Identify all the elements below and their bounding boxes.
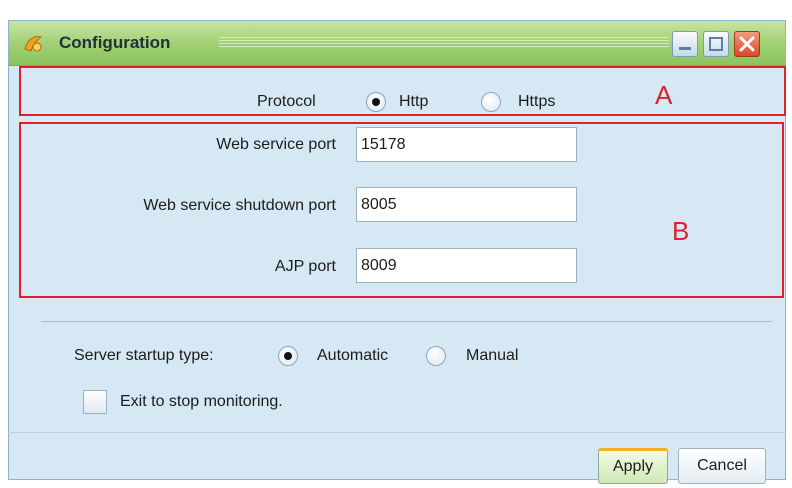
- window-title: Configuration: [59, 33, 171, 52]
- startup-type-label: Server startup type:: [74, 347, 214, 364]
- ajp-port-label: AJP port: [274, 258, 336, 275]
- radio-manual[interactable]: [426, 346, 446, 366]
- radio-https[interactable]: [481, 92, 501, 112]
- web-service-port-label: Web service port: [216, 136, 336, 153]
- close-icon: [739, 36, 755, 52]
- ajp-port-input[interactable]: [356, 248, 577, 283]
- web-service-port-input[interactable]: [356, 127, 577, 162]
- app-icon: [21, 31, 45, 55]
- maximize-button[interactable]: [703, 31, 729, 57]
- close-button[interactable]: [734, 31, 760, 57]
- radio-http[interactable]: [366, 92, 386, 112]
- radio-automatic[interactable]: [278, 346, 298, 366]
- annotation-label-b: B: [672, 216, 690, 246]
- radio-http-label[interactable]: Http: [399, 93, 428, 111]
- radio-automatic-label[interactable]: Automatic: [317, 347, 388, 365]
- exit-monitoring-checkbox[interactable]: [83, 390, 107, 414]
- radio-https-label[interactable]: Https: [518, 93, 555, 111]
- title-bar[interactable]: Configuration: [9, 21, 785, 66]
- title-bar-grip: [219, 37, 669, 49]
- apply-button[interactable]: Apply: [598, 448, 668, 484]
- maximize-icon: [709, 37, 723, 51]
- footer-divider: [8, 432, 786, 433]
- cancel-button[interactable]: Cancel: [678, 448, 766, 484]
- annotation-label-a: A: [655, 80, 673, 110]
- web-service-shutdown-port-input[interactable]: [356, 187, 577, 222]
- exit-monitoring-label[interactable]: Exit to stop monitoring.: [120, 393, 283, 411]
- protocol-label: Protocol: [257, 93, 316, 110]
- minimize-button[interactable]: [672, 31, 698, 57]
- section-separator: [41, 321, 772, 322]
- web-service-shutdown-port-label: Web service shutdown port: [143, 197, 336, 214]
- minimize-icon: [679, 47, 691, 50]
- radio-manual-label[interactable]: Manual: [466, 347, 518, 365]
